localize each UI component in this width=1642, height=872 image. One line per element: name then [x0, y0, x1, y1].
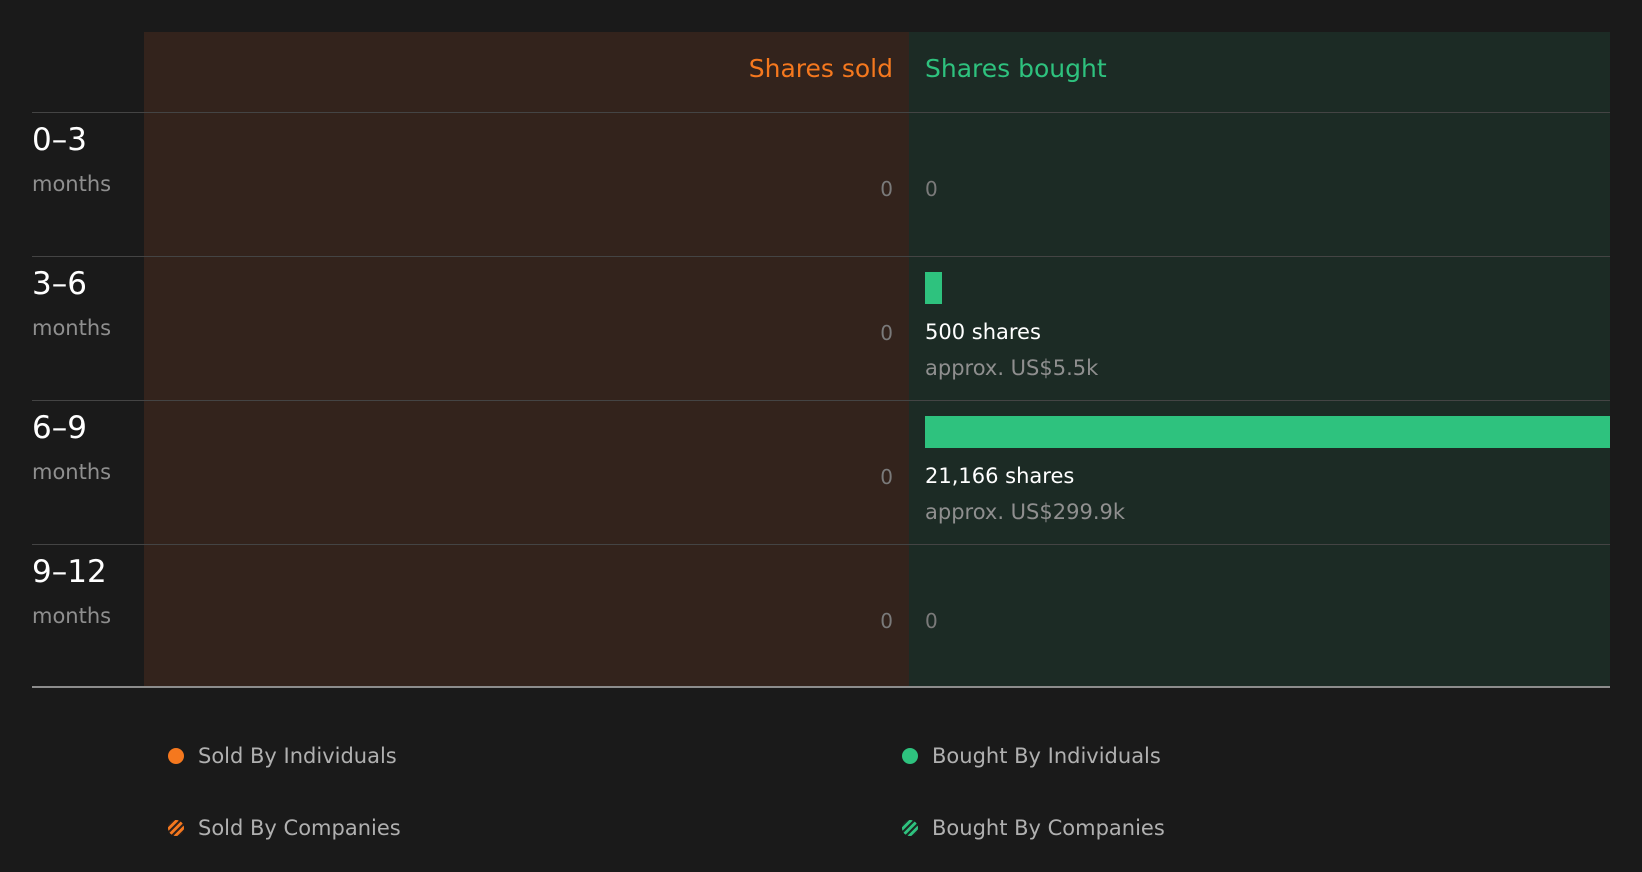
bought-value: 0 [925, 609, 938, 633]
row-divider [32, 256, 1610, 257]
legend-label: Sold By Individuals [198, 744, 397, 768]
bottom-axis [32, 686, 1610, 688]
shares-sold-header: Shares sold [748, 54, 893, 83]
sold-value: 0 [880, 321, 893, 345]
sold-value: 0 [880, 465, 893, 489]
row-unit: months [32, 316, 112, 340]
legend-label: Bought By Companies [932, 816, 1165, 840]
row-period: 3–6 [32, 266, 87, 302]
bought-shares-label: 500 shares [925, 320, 1041, 344]
row-period: 0–3 [32, 122, 87, 158]
bought-value: 0 [925, 177, 938, 201]
legend-sold-individuals[interactable]: Sold By Individuals [168, 744, 397, 768]
legend-bought-companies[interactable]: Bought By Companies [902, 816, 1165, 840]
green-hatched-dot-icon [902, 820, 918, 836]
orange-dot-icon [168, 748, 184, 764]
row-divider [32, 112, 1610, 113]
legend-bought-individuals[interactable]: Bought By Individuals [902, 744, 1161, 768]
row-unit: months [32, 604, 112, 628]
bought-bar [925, 416, 1610, 448]
row-period: 6–9 [32, 410, 87, 446]
bought-bar [925, 272, 942, 304]
bought-approx-label: approx. US$5.5k [925, 356, 1099, 380]
row-unit: months [32, 172, 112, 196]
bought-shares-label: 21,166 shares [925, 464, 1075, 488]
green-dot-icon [902, 748, 918, 764]
orange-hatched-dot-icon [168, 820, 184, 836]
row-unit: months [32, 460, 112, 484]
shares-bought-header: Shares bought [925, 54, 1107, 83]
legend-sold-companies[interactable]: Sold By Companies [168, 816, 401, 840]
legend-label: Sold By Companies [198, 816, 401, 840]
row-divider [32, 544, 1610, 545]
sold-value: 0 [880, 177, 893, 201]
row-divider [32, 400, 1610, 401]
bought-approx-label: approx. US$299.9k [925, 500, 1126, 524]
row-period: 9–12 [32, 554, 107, 590]
sold-value: 0 [880, 609, 893, 633]
legend-label: Bought By Individuals [932, 744, 1161, 768]
sold-panel [144, 32, 909, 687]
